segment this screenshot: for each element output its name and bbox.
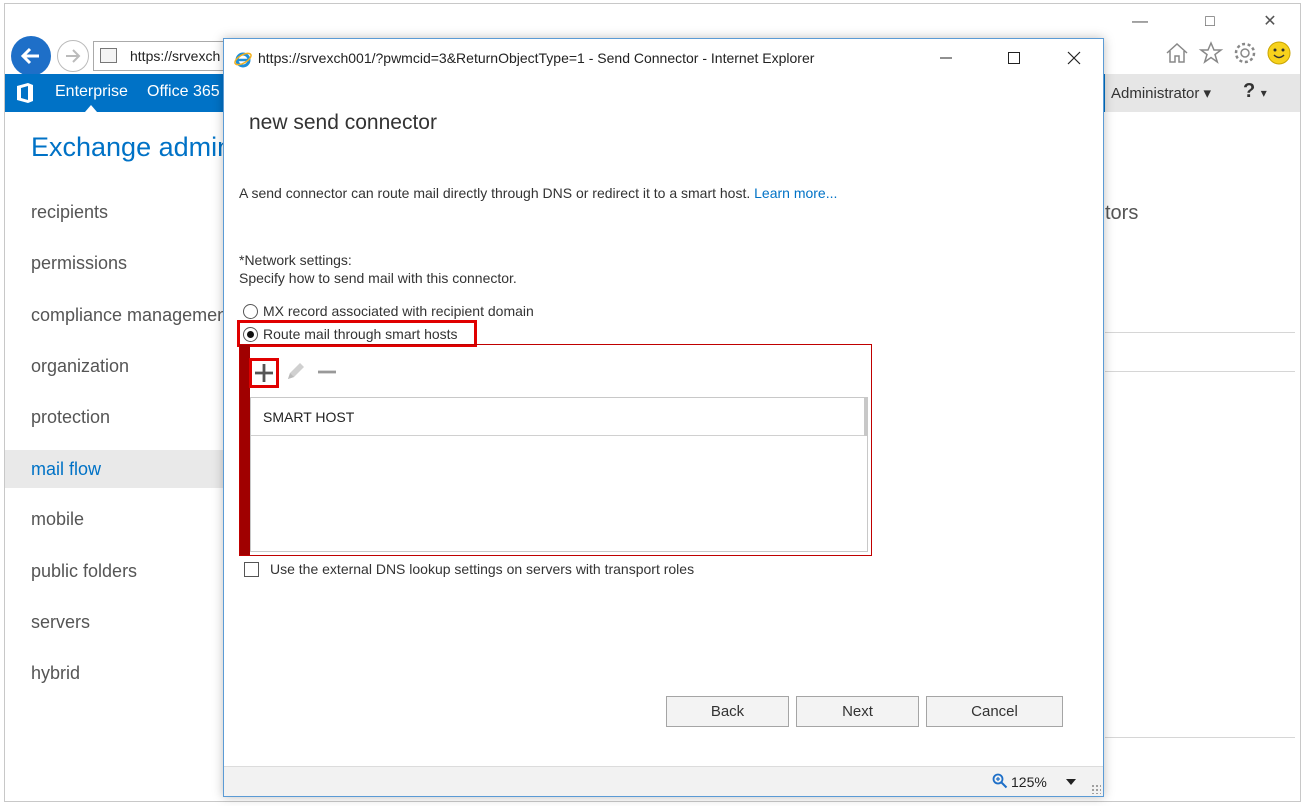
description-text: A send connector can route mail directly… — [239, 185, 751, 201]
sidebar-item-hybrid[interactable]: hybrid — [5, 653, 235, 704]
office-logo-icon[interactable] — [15, 82, 35, 104]
smart-hosts-panel: SMART HOST — [239, 344, 872, 556]
back-arrow-icon — [20, 47, 39, 65]
back-button-dialog[interactable]: Back — [666, 696, 789, 727]
bg-maximize-button[interactable]: □ — [1195, 12, 1225, 32]
dialog-description: A send connector can route mail directly… — [239, 183, 839, 203]
network-settings-label: *Network settings: Specify how to send m… — [239, 251, 517, 287]
learn-more-link[interactable]: Learn more... — [754, 185, 837, 201]
sidebar-item-servers[interactable]: servers — [5, 602, 235, 653]
dialog-heading: new send connector — [249, 111, 437, 134]
send-connector-popup-window: https://srvexch001/?pwmcid=3&ReturnObjec… — [223, 38, 1104, 797]
smart-hosts-list[interactable]: SMART HOST — [250, 397, 868, 552]
external-dns-checkbox[interactable] — [244, 561, 259, 577]
bg-minimize-button[interactable]: — — [1125, 12, 1155, 32]
settings-gear-icon[interactable] — [1232, 40, 1258, 66]
next-button[interactable]: Next — [796, 696, 919, 727]
back-button[interactable] — [11, 36, 51, 76]
add-icon — [255, 364, 273, 382]
popup-close-button[interactable] — [1054, 45, 1094, 71]
popup-minimize-button[interactable] — [926, 45, 966, 71]
zoom-magnifier-icon[interactable] — [992, 773, 1008, 789]
network-settings-hint: Specify how to send mail with this conne… — [239, 270, 517, 286]
popup-maximize-button[interactable] — [994, 45, 1034, 71]
forward-button[interactable] — [57, 40, 89, 72]
list-scrollbar[interactable] — [864, 398, 867, 436]
sidebar-item-compliance-management[interactable]: compliance management — [5, 295, 235, 346]
address-bar[interactable]: https://srvexch — [93, 41, 233, 71]
home-icon[interactable] — [1164, 40, 1190, 66]
external-dns-label: Use the external DNS lookup settings on … — [270, 561, 695, 577]
forward-arrow-icon — [66, 49, 81, 63]
network-settings-title: *Network settings: — [239, 252, 352, 268]
zoom-level[interactable]: 125% — [1011, 774, 1047, 790]
remove-smart-host-button[interactable] — [316, 361, 338, 388]
content-tab-fragment: tors — [1105, 202, 1139, 224]
popup-window-title: https://srvexch001/?pwmcid=3&ReturnObjec… — [258, 50, 815, 66]
content-divider — [1105, 371, 1295, 372]
sidebar-item-protection[interactable]: protection — [5, 397, 235, 448]
remove-icon — [318, 370, 336, 374]
radio-mx-record[interactable]: MX record associated with recipient doma… — [243, 301, 534, 321]
status-bar: 125% — [224, 766, 1103, 796]
sidebar-item-organization[interactable]: organization — [5, 346, 235, 397]
sidebar-item-public-folders[interactable]: public folders — [5, 551, 235, 602]
resize-grip-icon[interactable] — [1091, 784, 1101, 794]
radio-mx-record-label: MX record associated with recipient doma… — [263, 303, 534, 319]
help-menu[interactable]: ? ▾ — [1243, 80, 1267, 103]
nav-link-enterprise[interactable]: Enterprise — [55, 83, 128, 101]
address-url: https://srvexch — [130, 48, 221, 64]
sidebar-item-recipients[interactable]: recipients — [5, 192, 235, 243]
nav-link-office365[interactable]: Office 365 — [147, 83, 220, 101]
content-divider — [1105, 737, 1295, 738]
sidebar-item-permissions[interactable]: permissions — [5, 243, 235, 294]
external-dns-checkbox-row[interactable]: Use the external DNS lookup settings on … — [244, 561, 694, 577]
bg-close-button[interactable]: ✕ — [1255, 12, 1285, 32]
edit-icon — [288, 363, 304, 379]
feedback-smiley-icon[interactable] — [1266, 40, 1292, 66]
user-name: Administrator — [1111, 85, 1200, 102]
internet-explorer-icon — [234, 52, 252, 68]
user-menu[interactable]: Administrator ▾ — [1111, 84, 1211, 102]
page-favicon-icon — [100, 48, 117, 63]
highlight-box-smart-hosts — [237, 320, 477, 347]
user-menu-strip: Administrator ▾ ? ▾ — [1105, 74, 1300, 112]
zoom-dropdown-icon[interactable] — [1066, 779, 1076, 785]
favorites-star-icon[interactable] — [1198, 40, 1224, 66]
cancel-button[interactable]: Cancel — [926, 696, 1063, 727]
sidebar-nav: recipients permissions compliance manage… — [5, 192, 235, 705]
sidebar-item-mail-flow[interactable]: mail flow — [5, 450, 235, 489]
radio-button-unchecked[interactable] — [243, 303, 258, 319]
help-icon: ? — [1243, 80, 1256, 102]
content-divider — [1105, 332, 1295, 333]
popup-titlebar[interactable]: https://srvexch001/?pwmcid=3&ReturnObjec… — [224, 39, 1103, 77]
active-nav-indicator — [85, 105, 97, 112]
edit-smart-host-button[interactable] — [284, 361, 306, 388]
smart-host-column-header[interactable]: SMART HOST — [251, 398, 865, 436]
sidebar-item-mobile[interactable]: mobile — [5, 499, 235, 550]
app-title: Exchange admin — [31, 132, 233, 162]
add-smart-host-button[interactable] — [249, 358, 279, 388]
